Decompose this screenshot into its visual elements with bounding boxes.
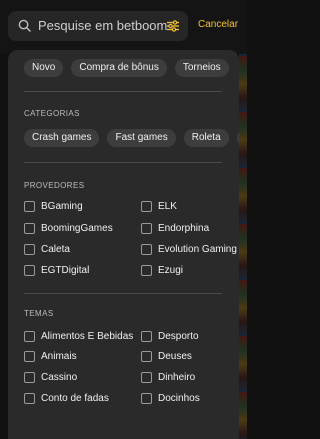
divider [24,162,222,163]
chip-fast-games[interactable]: Fast games [107,129,176,147]
chip-compra-de-bonus[interactable]: Compra de bônus [71,59,167,77]
provider-egtdigital[interactable]: EGTDigital [24,265,89,276]
theme-alimentos-e-bebidas[interactable]: Alimentos E Bebidas [24,331,133,342]
checkbox[interactable] [141,265,152,276]
provider-elk[interactable]: ELK [141,201,177,212]
themes-title: TEMAS [24,309,54,318]
checkbox[interactable] [24,265,35,276]
chip-novo[interactable]: Novo [24,59,64,77]
theme-animais[interactable]: Animais [24,351,77,362]
checkbox[interactable] [141,393,152,404]
filter-panel: Novo Compra de bônus Torneios CATEGORIAS… [8,50,239,439]
checkbox[interactable] [24,244,35,255]
provider-ezugi[interactable]: Ezugi [141,265,183,276]
search-icon [18,19,31,32]
checkbox[interactable] [24,223,35,234]
chip-overflow[interactable] [236,129,239,147]
quick-filter-row: Novo Compra de bônus Torneios [24,59,229,77]
chip-roleta[interactable]: Roleta [183,129,229,147]
checkbox[interactable] [24,393,35,404]
checkbox[interactable] [141,223,152,234]
chip-crash-games[interactable]: Crash games [24,129,100,147]
search-input[interactable]: Pesquise em betboom [8,11,188,41]
checkbox[interactable] [141,331,152,342]
provider-boominggames[interactable]: BoomingGames [24,223,113,234]
checkbox[interactable] [141,201,152,212]
theme-deuses[interactable]: Deuses [141,351,192,362]
checkbox[interactable] [141,351,152,362]
theme-desporto[interactable]: Desporto [141,331,199,342]
provider-endorphina[interactable]: Endorphina [141,223,209,234]
checkbox[interactable] [24,351,35,362]
provider-evolution-gaming[interactable]: Evolution Gaming [141,244,237,255]
top-bar: Pesquise em betboom Cancelar [0,0,247,54]
theme-cassino[interactable]: Cassino [24,372,77,383]
checkbox[interactable] [24,331,35,342]
categories-title: CATEGORIAS [24,109,80,118]
background-game-strip [239,0,247,439]
checkbox[interactable] [24,372,35,383]
divider [24,293,222,294]
providers-title: PROVEDORES [24,181,85,190]
provider-caleta[interactable]: Caleta [24,244,70,255]
search-placeholder: Pesquise em betboom [38,18,168,33]
theme-docinhos[interactable]: Docinhos [141,393,200,404]
category-row: Crash games Fast games Roleta [24,129,239,147]
divider [24,91,222,92]
theme-conto-de-fadas[interactable]: Conto de fadas [24,393,109,404]
checkbox[interactable] [141,372,152,383]
chip-torneios[interactable]: Torneios [174,59,229,77]
filter-sliders-icon[interactable] [166,19,180,33]
theme-dinheiro[interactable]: Dinheiro [141,372,195,383]
cancel-button[interactable]: Cancelar [198,19,238,30]
checkbox[interactable] [24,201,35,212]
provider-bgaming[interactable]: BGaming [24,201,83,212]
checkbox[interactable] [141,244,152,255]
